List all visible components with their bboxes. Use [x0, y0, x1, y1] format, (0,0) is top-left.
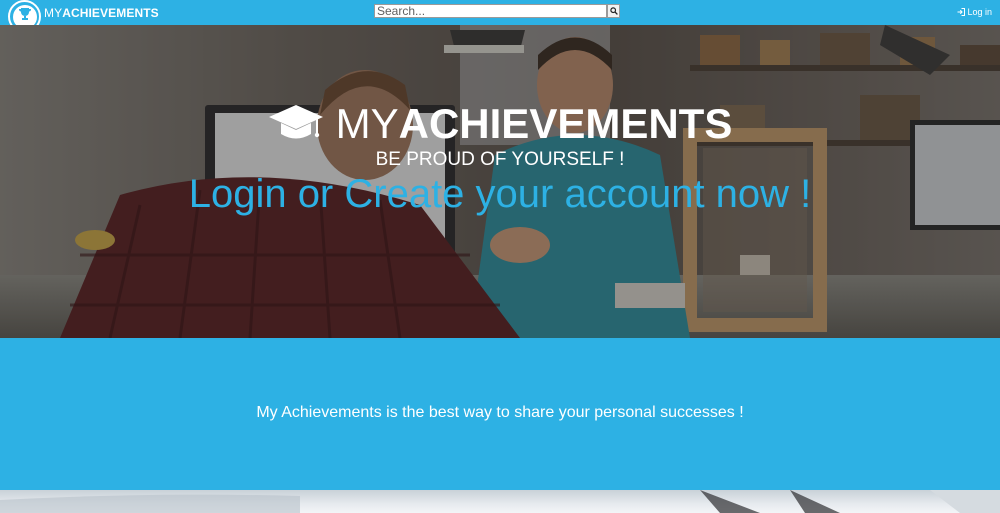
graduation-cap-icon	[268, 103, 324, 143]
intro-band: My Achievements is the best way to share…	[0, 338, 1000, 490]
search-form	[374, 4, 620, 18]
hero-tagline: BE PROUD OF YOURSELF !	[375, 149, 625, 170]
bottom-image-graphic	[0, 490, 1000, 513]
login-link[interactable]: Log in	[957, 7, 992, 17]
intro-text: My Achievements is the best way to share…	[256, 404, 744, 421]
sign-in-icon	[957, 8, 966, 16]
hero-title-achievements: ACHIEVEMENTS	[398, 100, 733, 147]
brand-name-achievements: ACHIEVEMENTS	[62, 5, 159, 20]
brand-name-my: MY	[44, 5, 63, 20]
brand-logo-link[interactable]: MYACHIEVEMENTS	[8, 0, 159, 33]
hero-title-my: MY	[335, 100, 399, 147]
login-label: Log in	[967, 7, 992, 17]
trophy-icon	[18, 7, 32, 26]
hero-title: MY ACHIEVEMENTS	[0, 100, 1000, 148]
top-navbar: MYACHIEVEMENTS Log in	[0, 0, 1000, 33]
search-icon	[609, 2, 618, 20]
login-or-create-account-link[interactable]: Login or Create your account now !	[0, 172, 1000, 217]
search-input[interactable]	[374, 4, 607, 18]
hero-section: MY ACHIEVEMENTS BE PROUD OF YOURSELF ! Lo…	[0, 25, 1000, 338]
search-button[interactable]	[607, 4, 620, 18]
bottom-background-image	[0, 490, 1000, 513]
brand-name: MYACHIEVEMENTS	[44, 6, 159, 20]
